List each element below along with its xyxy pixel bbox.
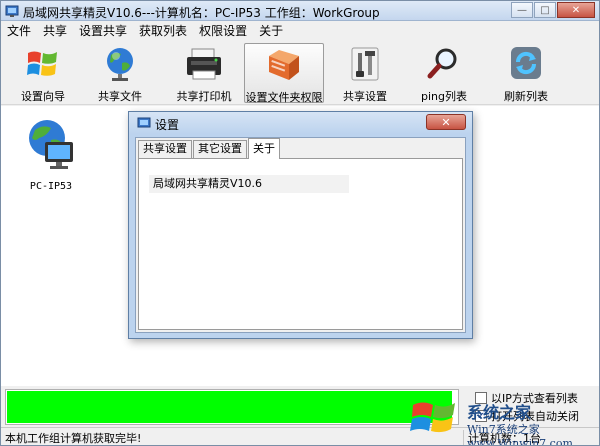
refresh-list-label: 刷新列表 xyxy=(504,90,548,103)
main-window: 局域网共享精灵V10.6---计算机名：PC-IP53 工作组：WorkGrou… xyxy=(0,0,600,446)
window-controls: — □ ✕ xyxy=(510,2,595,18)
title-bar[interactable]: 局域网共享精灵V10.6---计算机名：PC-IP53 工作组：WorkGrou… xyxy=(1,1,599,21)
menu-set-share[interactable]: 设置共享 xyxy=(79,22,127,40)
share-files-button[interactable]: 共享文件 xyxy=(89,43,151,103)
magnifier-icon xyxy=(427,48,457,79)
windows-logo-icon xyxy=(27,51,57,76)
minimize-button[interactable]: — xyxy=(511,2,533,18)
window-title: 局域网共享精灵V10.6---计算机名：PC-IP53 工作组：WorkGrou… xyxy=(23,6,380,20)
tab-share-settings[interactable]: 共享设置 xyxy=(138,140,192,158)
progress-bar xyxy=(5,389,459,425)
ping-list-button[interactable]: ping列表 xyxy=(417,43,471,103)
folder-permission-icon xyxy=(269,50,299,80)
status-message: 本机工作组计算机获取完毕! xyxy=(5,432,142,445)
tab-other-settings[interactable]: 其它设置 xyxy=(193,140,247,158)
setup-wizard-label: 设置向导 xyxy=(21,90,65,103)
watermark-brand: 系统之家 xyxy=(467,403,532,422)
folder-permissions-button[interactable]: 设置文件夹权限 xyxy=(244,43,324,104)
setup-wizard-button[interactable]: 设置向导 xyxy=(9,43,77,103)
close-button[interactable]: ✕ xyxy=(557,2,595,18)
share-printer-label: 共享打印机 xyxy=(176,90,232,103)
settings-dialog: 设置 ✕ 共享设置 其它设置 关于 局域网共享精灵V10.6 xyxy=(128,111,473,339)
menu-file[interactable]: 文件 xyxy=(7,22,31,40)
printer-icon xyxy=(187,48,221,80)
ping-list-label: ping列表 xyxy=(421,90,467,103)
tab-about[interactable]: 关于 xyxy=(248,138,280,159)
refresh-icon xyxy=(511,47,541,79)
tools-icon xyxy=(351,47,379,81)
network-computer-icon xyxy=(29,120,73,169)
share-settings-label: 共享设置 xyxy=(343,90,387,103)
menu-permissions[interactable]: 权限设置 xyxy=(199,22,247,40)
app-icon xyxy=(5,5,19,17)
refresh-list-button[interactable]: 刷新列表 xyxy=(497,43,555,103)
progress-fill xyxy=(7,391,453,423)
menu-about[interactable]: 关于 xyxy=(259,22,283,40)
dialog-body: 共享设置 其它设置 关于 局域网共享精灵V10.6 xyxy=(135,137,466,333)
about-panel: 局域网共享精灵V10.6 xyxy=(138,158,463,330)
menu-get-list[interactable]: 获取列表 xyxy=(139,22,187,40)
computer-item[interactable]: PC-IP53 xyxy=(19,116,83,192)
globe-icon xyxy=(107,48,133,81)
dialog-title-bar[interactable]: 设置 ✕ xyxy=(129,112,472,134)
computer-name: PC-IP53 xyxy=(29,181,73,192)
share-printer-button[interactable]: 共享打印机 xyxy=(171,43,237,103)
folder-permissions-label: 设置文件夹权限 xyxy=(245,91,323,104)
menu-share[interactable]: 共享 xyxy=(43,22,67,40)
share-files-label: 共享文件 xyxy=(98,90,142,103)
share-settings-button[interactable]: 共享设置 xyxy=(337,43,393,103)
menu-bar: 文件 共享 设置共享 获取列表 权限设置 关于 xyxy=(1,22,599,40)
site-watermark: 系统之家 Win7系统之家 www.Winwin7.com xyxy=(407,397,597,446)
dialog-title: 设置 xyxy=(155,118,180,132)
windows-logo-watermark-icon xyxy=(410,402,455,433)
watermark-url: Win7系统之家 www.Winwin7.com xyxy=(467,423,573,446)
version-text: 局域网共享精灵V10.6 xyxy=(149,175,349,193)
maximize-button[interactable]: □ xyxy=(534,2,556,18)
dialog-tabs: 共享设置 其它设置 关于 xyxy=(138,138,281,159)
dialog-close-button[interactable]: ✕ xyxy=(426,114,466,130)
dialog-icon xyxy=(137,117,151,128)
toolbar: 设置向导 共享文件 共享打印机 设置文件夹权限 共享设置 ping列表 刷新列表 xyxy=(1,41,599,105)
